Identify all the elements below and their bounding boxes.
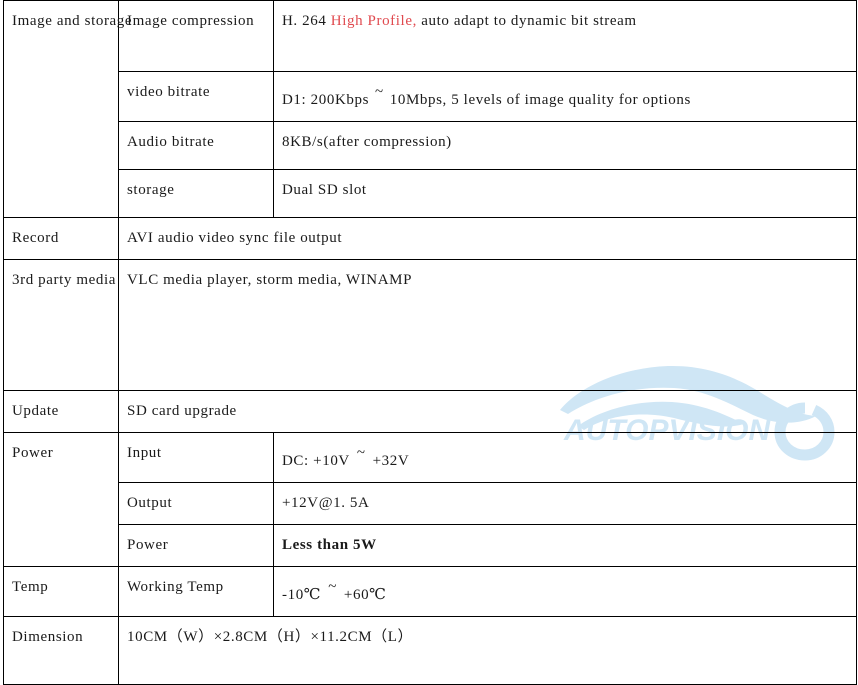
row-value-video-bitrate: D1: 200Kbps ~10Mbps, 5 levels of image qu… [273, 71, 857, 122]
row-sub-storage: storage [118, 169, 274, 218]
row-value-storage: Dual SD slot [273, 169, 857, 218]
row-value-working-temp: -10℃ ~ +60℃ [273, 566, 857, 617]
table-row: Record AVI audio video sync file output [3, 217, 857, 260]
row-sub-video-bitrate: video bitrate [118, 71, 274, 122]
value-part-bitrate-min: D1: 200Kbps [282, 92, 370, 108]
specification-sheet: AUTOPVISION Image and storage Image comp… [0, 0, 858, 685]
tilde-separator-icon: ~ [356, 445, 366, 461]
value-part-bitrate-max: 10Mbps, 5 levels of image quality for op… [389, 92, 691, 108]
row-category-image-and-storage: Image and storage [3, 0, 132, 218]
value-part-voltage-max: +32V [372, 453, 410, 469]
row-category-record: Record [3, 217, 119, 260]
row-sub-output: Output [118, 482, 274, 525]
table-row: Power Less than 5W [4, 524, 857, 567]
table-row: Image and storage Image compression H. 2… [3, 0, 857, 218]
row-value-3rd-party-media: VLC media player, storm media, WINAMP [118, 259, 857, 391]
row-value-power: Less than 5W [273, 524, 857, 567]
row-category-temp: Temp [3, 566, 119, 617]
row-sub-working-temp: Working Temp [118, 566, 274, 617]
row-category-power: Power [3, 432, 119, 567]
row-category-update: Update [3, 390, 119, 433]
tilde-separator-icon: ~ [375, 84, 384, 100]
table-row: Output +12V@1. 5A [4, 482, 857, 525]
row-value-output: +12V@1. 5A [273, 482, 857, 525]
row-sub-audio-bitrate: Audio bitrate [118, 121, 274, 170]
value-part-profile-highlight: High Profile, [330, 13, 417, 29]
row-value-input: DC: +10V ~ +32V [273, 432, 857, 483]
table-row: Temp Working Temp -10℃ ~ +60℃ [3, 566, 857, 617]
value-part-temp-max: +60℃ [343, 587, 387, 603]
specification-table: Image and storage Image compression H. 2… [3, 0, 857, 685]
tilde-separator-icon: ~ [328, 579, 337, 595]
table-row: Power Input DC: +10V ~ +32V [3, 432, 857, 567]
row-sub-input: Input [118, 432, 274, 483]
table-row: Audio bitrate 8KB/s(after compression) [4, 121, 857, 170]
row-value-audio-bitrate: 8KB/s(after compression) [273, 121, 857, 170]
row-sub-power: Power [118, 524, 274, 567]
table-row: Update SD card upgrade [3, 390, 857, 433]
value-part-temp-min: -10℃ [282, 587, 322, 603]
row-value-image-compression: H. 264 High Profile, auto adapt to dynam… [273, 0, 857, 72]
value-part-codec: H. 264 [282, 13, 331, 29]
value-part-description: auto adapt to dynamic bit stream [416, 13, 637, 29]
row-value-record: AVI audio video sync file output [118, 217, 857, 260]
row-category-dimension: Dimension [3, 616, 119, 685]
table-row: Dimension 10CM（W）×2.8CM（H）×11.2CM（L） [3, 616, 857, 685]
row-sub-image-compression: Image compression [118, 0, 274, 72]
value-part-voltage-min: DC: +10V [282, 453, 350, 469]
row-category-3rd-party-media: 3rd party media [3, 259, 119, 391]
row-value-dimension: 10CM（W）×2.8CM（H）×11.2CM（L） [118, 616, 857, 685]
table-row: video bitrate D1: 200Kbps ~10Mbps, 5 leve… [4, 71, 857, 122]
table-row: storage Dual SD slot [4, 169, 857, 218]
table-row: 3rd party media VLC media player, storm … [3, 259, 857, 391]
row-value-update: SD card upgrade [118, 390, 857, 433]
